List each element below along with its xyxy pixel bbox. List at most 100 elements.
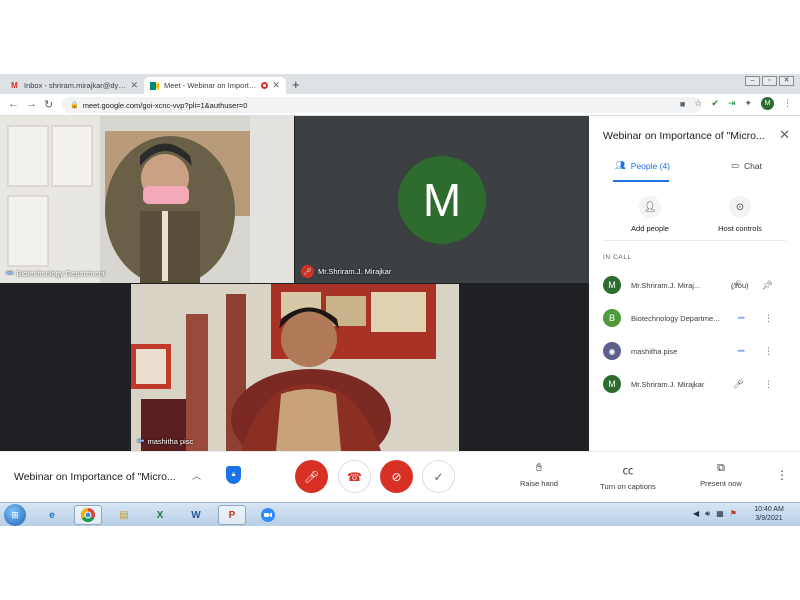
internet-explorer-icon[interactable]: e [38,505,66,525]
hang-up-icon: ☎︎ [347,469,362,484]
video-tile-shriram[interactable]: M 🎤︎ Mr.Shriram.J. Mirajkar [295,116,589,283]
chevron-up-icon[interactable]: ︿ [192,469,201,482]
tab-people[interactable]: 👥︎ People (4) [615,160,670,171]
more-options-icon[interactable]: ⋮ [776,468,788,482]
panel-title: Webinar on Importance of "Micro... [603,130,765,142]
tile-name: Biotechnology Department [16,268,105,278]
more-options-icon[interactable]: ⋮ [764,379,773,390]
speaker-icon[interactable]: 🔊︎ [705,509,710,519]
excel-icon[interactable]: X [146,505,174,525]
add-people-button[interactable]: 👤︎ Add people [605,196,695,233]
tab-meet[interactable]: Meet - Webinar on Importa... ✕ [144,77,286,94]
people-icon: 👥︎ [615,160,626,170]
tab-title: Inbox - shriram.mirajkar@dypvp... [24,81,127,90]
screen: M Inbox - shriram.mirajkar@dypvp... ✕ Me… [0,74,800,526]
tab-inbox[interactable]: M Inbox - shriram.mirajkar@dypvp... ✕ [4,77,144,94]
lock-shield-icon[interactable]: 🔒︎ [226,466,241,484]
maximize-icon[interactable]: ▫ [762,76,777,86]
clock-date: 3/9/2021 [755,515,783,522]
chrome-icon[interactable] [74,505,102,525]
participant-row[interactable]: ◉ mashitha pise ••• ⋮ [603,340,793,362]
avatar: B [603,309,621,327]
camera-icon[interactable]: ■ [680,99,685,109]
address-bar[interactable]: 🔒 meet.google.com/goi-xcnc-vvp?pli=1&aut… [62,97,702,113]
participant-name: Mr.Shriram.J. Mirajkar [631,379,705,389]
minimize-icon[interactable]: – [745,76,760,86]
more-options-icon[interactable]: ⋮ [764,346,773,357]
recording-icon [261,82,269,89]
zoom-icon[interactable] [254,505,282,525]
captions-button[interactable]: ㏄ Turn on captions [592,462,664,491]
new-tab-icon[interactable]: + [292,77,300,92]
star-icon[interactable]: ☆ [694,98,702,109]
reload-icon[interactable]: ↻ [44,98,53,111]
speaking-indicator-icon: ••• [737,312,746,323]
close-icon[interactable]: ✕ [779,127,790,143]
chat-icon: ▭ [731,160,740,170]
system-tray: ◀ 🔊︎ ▦ ⚑ [693,509,737,519]
flag-icon[interactable]: ⚑ [730,509,737,519]
tray-arrow-icon[interactable]: ◀ [693,509,699,519]
people-panel: Webinar on Importance of "Micro... ✕ 👥︎ … [589,116,800,451]
participant-row[interactable]: M Mr.Shriram.J. Miraj... (You) 🎤︎ 📌︎ [603,274,793,296]
tile-label: ••• mashitha pisc [137,436,193,446]
tile-label: ••• Biotechnology Department [6,268,105,278]
add-people-label: Add people [631,224,669,233]
speaking-indicator-icon: ••• [737,345,746,356]
checkmark-icon[interactable]: ✔ [711,98,719,109]
muted-mic-icon: 🎤︎ [303,469,320,484]
close-icon[interactable]: ✕ [272,80,280,91]
profile-avatar[interactable]: M [761,97,774,110]
tile-name: mashitha pisc [147,436,194,446]
browser-tab-bar: M Inbox - shriram.mirajkar@dypvp... ✕ Me… [0,74,800,94]
meeting-title[interactable]: Webinar on Importance of "Micro... [14,471,176,483]
extension-arrow-icon[interactable]: ⇥ [728,98,736,109]
puzzle-icon[interactable]: ✦ [744,98,752,109]
muted-mic-icon[interactable]: 🎤︎ [730,280,741,291]
browser-toolbar: ← → ↻ 🔒 meet.google.com/goi-xcnc-vvp?pli… [0,94,800,116]
back-icon[interactable]: ← [8,98,19,110]
word-icon[interactable]: W [182,505,210,525]
tile-label: 🎤︎ Mr.Shriram.J. Mirajkar [301,265,391,278]
participant-row[interactable]: M Mr.Shriram.J. Mirajkar 🎤︎ ⋮ [603,373,793,395]
video-tile-mashitha[interactable]: ••• mashitha pisc [131,284,459,451]
camera-toggle-button[interactable]: ⊘ [380,460,413,493]
host-controls-button[interactable]: ⊙ Host controls [695,196,785,233]
hand-icon: ✋︎ [535,462,543,474]
tab-chat[interactable]: ▭ Chat [731,160,762,171]
in-call-heading: IN CALL [603,254,632,261]
network-icon[interactable]: ▦ [716,509,724,519]
leave-call-button[interactable]: ☎︎ [338,460,371,493]
check-button[interactable]: ✓ [422,460,455,493]
video-tile-biotechnology[interactable]: ••• Biotechnology Department [0,116,294,283]
participant-actions: 🎤︎ 📌︎ [730,280,773,291]
participant-video-image [0,116,294,283]
clock-time: 10:40 AM [754,506,784,513]
close-icon[interactable]: ✕ [130,80,138,91]
folder-icon[interactable]: ▤ [110,505,138,525]
captions-label: Turn on captions [600,482,656,491]
checkmark-icon: ✓ [433,469,444,484]
pin-icon[interactable]: 📌︎ [762,280,773,291]
participant-name: Biotechnology Departme... [631,313,720,323]
participant-name: mashitha pise [631,346,678,356]
start-button-icon[interactable]: ⊞ [4,504,26,526]
window-close-icon[interactable]: ✕ [779,76,794,86]
raise-hand-button[interactable]: ✋︎ Raise hand [514,462,564,488]
participant-row[interactable]: B Biotechnology Departme... ••• ⋮ [603,307,793,329]
tile-name: Mr.Shriram.J. Mirajkar [318,267,392,276]
toolbar-actions: ■ ☆ ✔ ⇥ ✦ M ⋮ [680,97,792,110]
participant-actions: 🎤︎ ⋮ [733,379,773,390]
participant-name: Mr.Shriram.J. Miraj... [631,280,701,290]
present-screen-icon: ⧉ [717,462,725,474]
menu-dots-icon[interactable]: ⋮ [783,98,792,109]
address-text: meet.google.com/goi-xcnc-vvp?pli=1&authu… [82,100,248,110]
present-now-button[interactable]: ⧉ Present now [693,462,749,488]
muted-mic-icon[interactable]: 🎤︎ [733,379,744,390]
windows-taskbar: ⊞ e ▤ X W P ◀ 🔊︎ ▦ ⚑ 10:40 AM 3/9/2021 [0,502,800,526]
powerpoint-icon[interactable]: P [218,505,246,525]
microphone-toggle-button[interactable]: 🎤︎ [295,460,328,493]
forward-icon[interactable]: → [26,98,37,110]
more-options-icon[interactable]: ⋮ [764,313,773,324]
system-clock[interactable]: 10:40 AM 3/9/2021 [746,505,792,523]
